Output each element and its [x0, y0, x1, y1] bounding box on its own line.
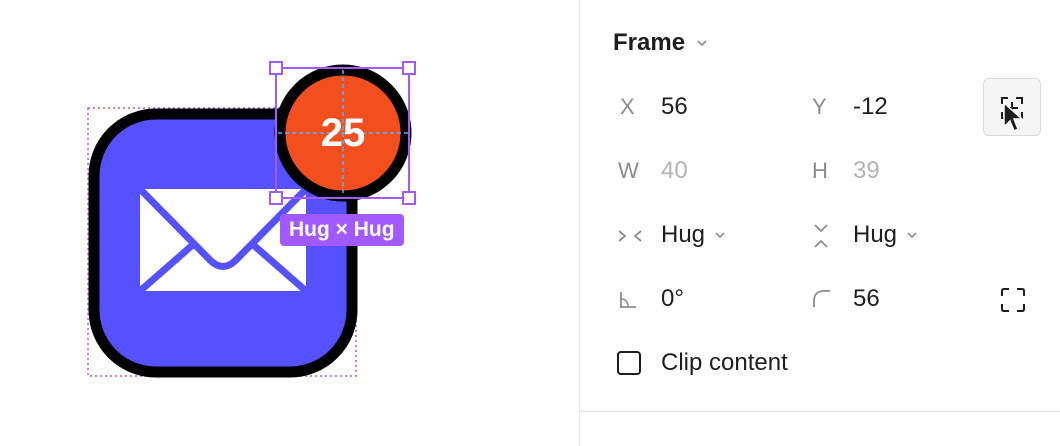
y-label: Y: [812, 94, 827, 119]
rotation-icon: [620, 292, 636, 308]
vertical-resizing-value: Hug: [853, 221, 898, 248]
size-label: Hug × Hug: [280, 214, 404, 246]
h-label: H: [812, 158, 828, 183]
x-label: X: [620, 94, 635, 119]
select-matching-button[interactable]: [983, 78, 1041, 136]
w-input[interactable]: 40: [661, 156, 688, 186]
cursor-pointer-icon: [1003, 101, 1024, 133]
vertical-resizing-icon: [814, 224, 828, 248]
horizontal-resizing-icon: [618, 230, 642, 242]
panel-title: Frame: [613, 29, 686, 56]
design-canvas[interactable]: 25 Hug × Hug: [0, 0, 579, 446]
x-input[interactable]: 56: [661, 92, 688, 122]
chevron-down-icon: [907, 232, 917, 239]
h-input[interactable]: 39: [853, 156, 880, 186]
vertical-resizing-dropdown[interactable]: Hug: [853, 220, 919, 250]
panel-divider: [580, 411, 1060, 412]
corner-radius-icon: [813, 290, 830, 307]
independent-corners-icon[interactable]: [1000, 287, 1026, 313]
clip-content-label: Clip content: [661, 349, 788, 376]
horizontal-resizing-value: Hug: [661, 221, 706, 248]
y-input[interactable]: -12: [853, 92, 888, 122]
corner-radius-input[interactable]: 56: [853, 284, 880, 314]
chevron-down-icon: [697, 40, 707, 47]
properties-panel: Frame X 56 Y -12 W 40 H 39 Hug Hug 0° 56…: [579, 0, 1060, 446]
rotation-input[interactable]: 0°: [661, 284, 684, 314]
w-label: W: [618, 158, 639, 183]
clip-content-checkbox[interactable]: [617, 351, 641, 375]
badge-count-text: 25: [320, 111, 366, 155]
chevron-down-icon: [715, 232, 725, 239]
horizontal-resizing-dropdown[interactable]: Hug: [661, 220, 727, 250]
frame-dropdown[interactable]: Frame: [613, 28, 709, 58]
